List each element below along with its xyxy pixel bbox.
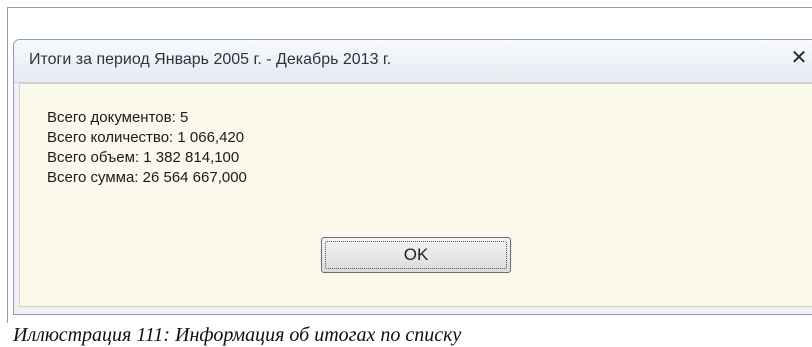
dialog-title-bar[interactable]: Итоги за период Январь 2005 г. - Декабрь… xyxy=(14,40,812,83)
dialog-title: Итоги за период Январь 2005 г. - Декабрь… xyxy=(29,51,392,68)
figure-caption: Иллюстрация 111: Информация об итогах по… xyxy=(13,324,462,346)
total-volume: Всего объем: 1 382 814,100 xyxy=(47,149,240,166)
total-sum: Всего сумма: 26 564 667,000 xyxy=(47,169,247,186)
dialog-body: Всего документов: 5 Всего количество: 1 … xyxy=(19,83,812,307)
close-icon[interactable]: ✕ xyxy=(788,46,810,70)
totals-dialog: Итоги за период Январь 2005 г. - Декабрь… xyxy=(13,39,812,315)
figure-frame: Итоги за период Январь 2005 г. - Декабрь… xyxy=(0,0,812,347)
total-documents: Всего документов: 5 xyxy=(47,109,189,126)
total-quantity: Всего количество: 1 066,420 xyxy=(47,129,245,146)
totals-list: Всего документов: 5 Всего количество: 1 … xyxy=(47,108,247,188)
ok-button[interactable]: OK xyxy=(321,237,511,273)
